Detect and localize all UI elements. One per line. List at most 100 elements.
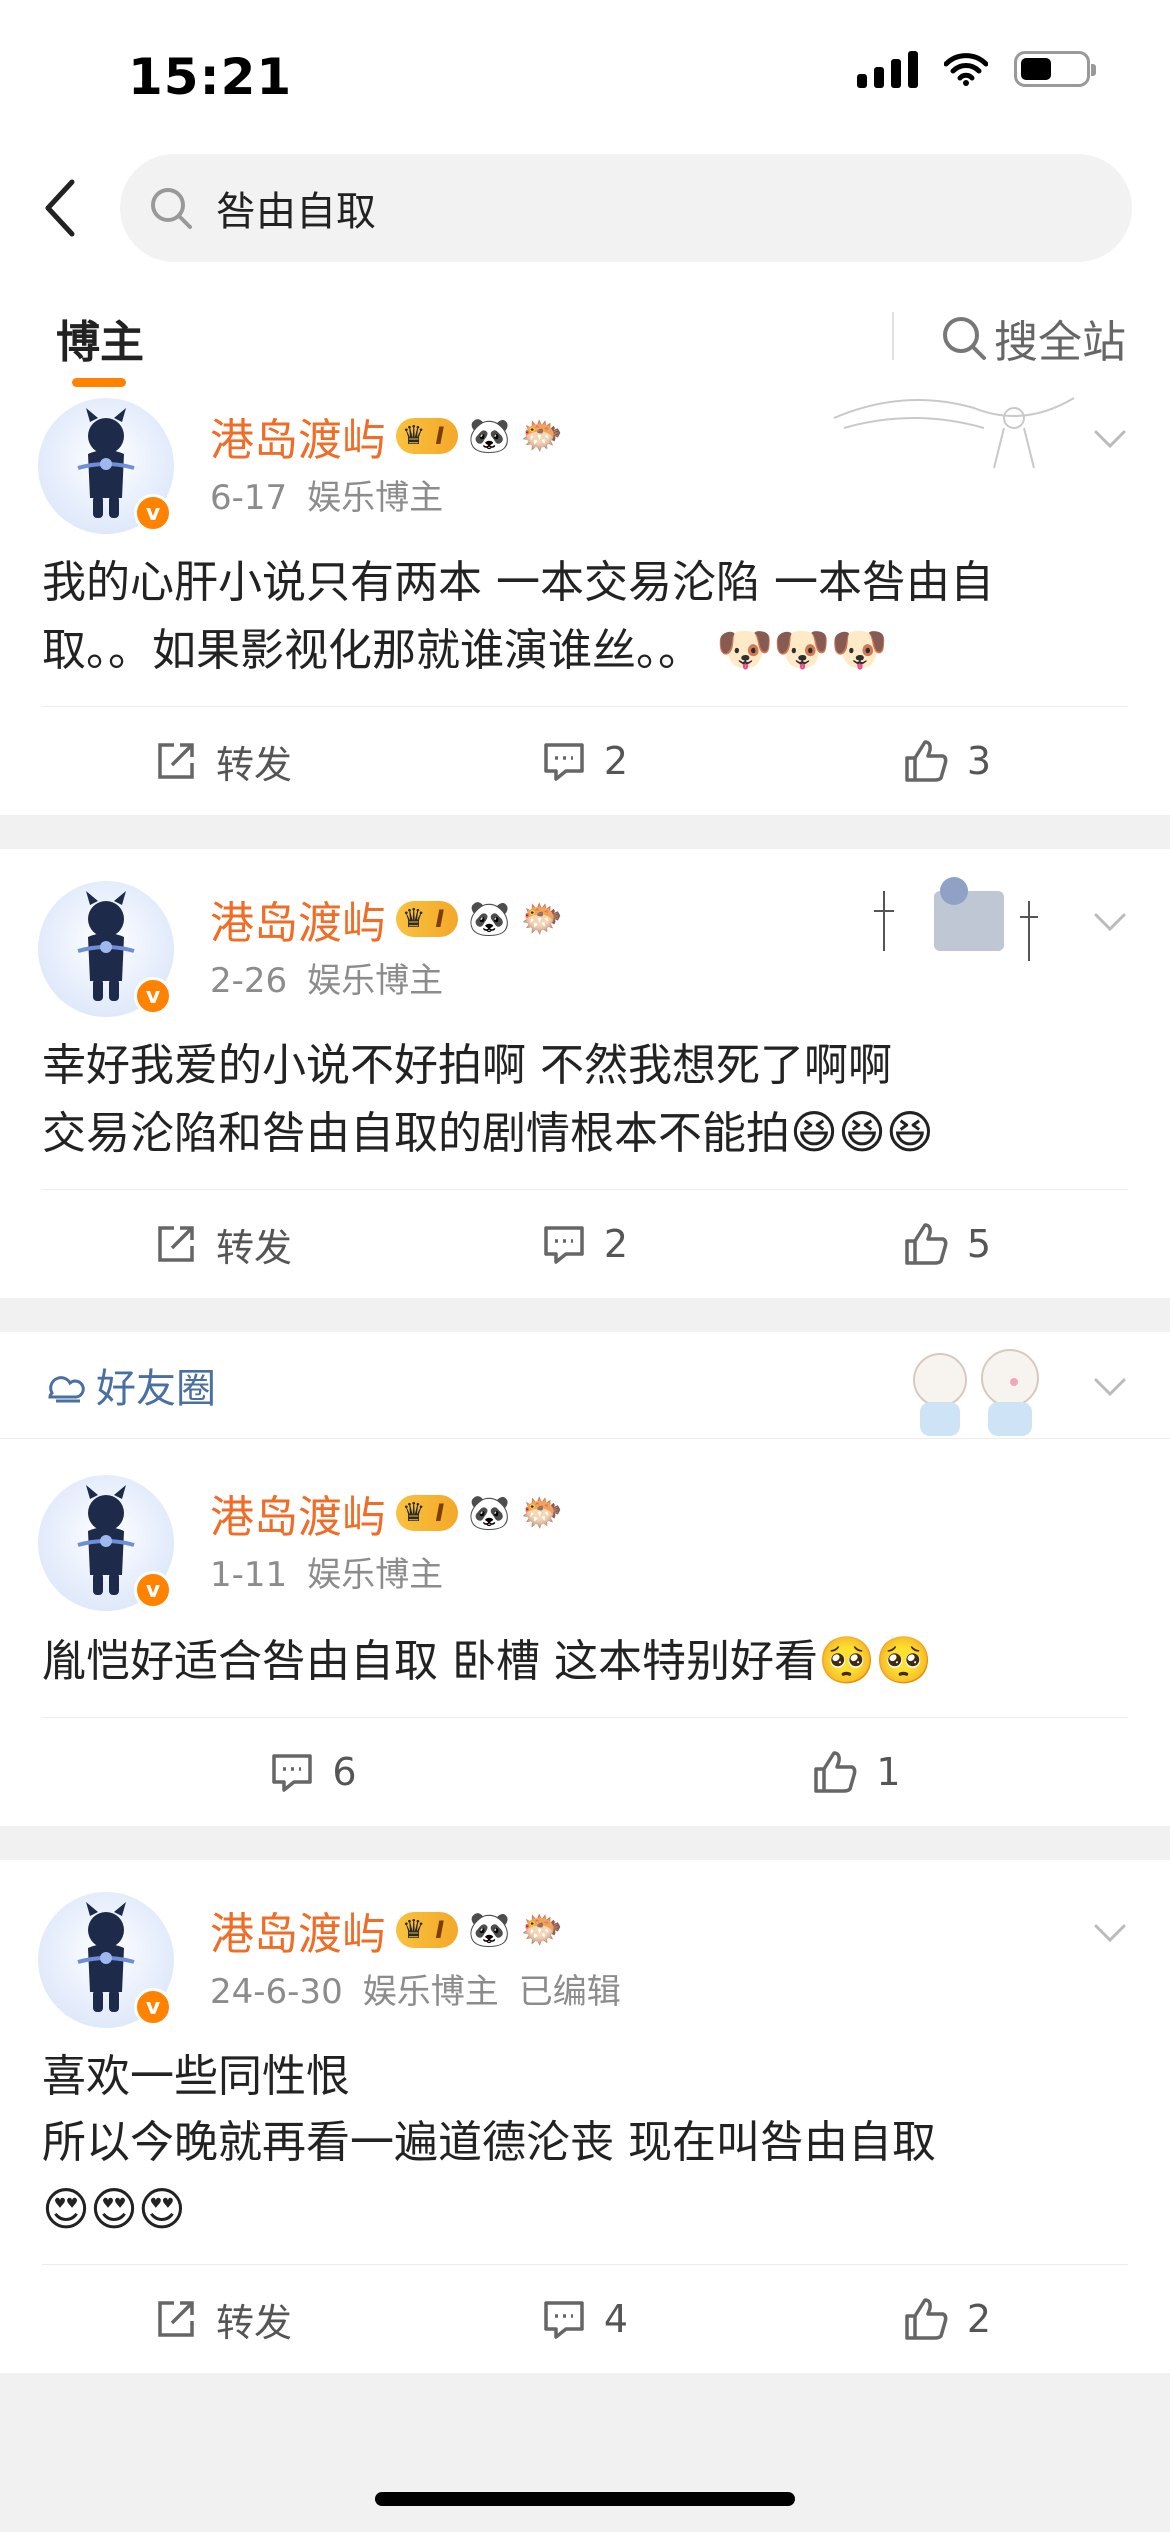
- post-text-line: 幸好我爱的小说不好拍啊 不然我想死了啊啊: [42, 1040, 892, 1091]
- share-icon: [158, 1226, 194, 1262]
- post-text-line: 喜欢一些同性恨: [42, 2051, 350, 2102]
- tab-indicator: [72, 378, 126, 387]
- chevron-left-icon: [45, 179, 75, 237]
- crown-icon: ♛: [402, 421, 426, 451]
- level-label: I: [435, 422, 445, 450]
- panda-badge-icon[interactable]: 🐼: [468, 899, 510, 939]
- like-button[interactable]: 2: [766, 2296, 1128, 2342]
- thumbs-up-icon: [905, 2298, 948, 2340]
- post-date: 6-17: [210, 478, 288, 518]
- like-count: 2: [966, 2297, 992, 2341]
- friends-circle-header: 好友圈: [0, 1332, 1170, 1439]
- like-button[interactable]: 5: [766, 1221, 1128, 1267]
- post-feed: v 港岛渡屿 ♛ I 🐼 🐡 6-17 娱乐博主 我的心肝小说只有两本 一本交易沦陷…: [0, 397, 1170, 2373]
- avatar[interactable]: v: [38, 881, 174, 1017]
- like-button[interactable]: 1: [585, 1749, 1128, 1795]
- comment-button[interactable]: 2: [404, 1222, 766, 1266]
- like-count: 5: [966, 1222, 992, 1266]
- panda-badge-icon[interactable]: 🐼: [468, 416, 510, 456]
- crown-icon: ♛: [402, 1498, 426, 1528]
- pleading-emoji-icons: 🥺🥺: [817, 1633, 933, 1687]
- chevron-down-icon[interactable]: [1090, 1366, 1130, 1406]
- back-button[interactable]: [30, 168, 90, 248]
- search-icon: [943, 317, 986, 360]
- verified-badge: v: [134, 1988, 172, 2026]
- username[interactable]: 港岛渡屿: [210, 1481, 386, 1545]
- post-card[interactable]: v 港岛渡屿 ♛ I 🐼 🐡 24-6-30 娱乐博主 已编辑 喜欢一些同性恨 所以今…: [0, 1860, 1170, 2373]
- status-time: 15:21: [128, 48, 293, 106]
- post-card[interactable]: v 港岛渡屿 ♛ I 🐼 🐡 2-26 娱乐博主 幸好我爱的小说不好拍啊 不然我想死…: [0, 849, 1170, 1298]
- post-card[interactable]: 好友圈 v 港岛渡屿 ♛ I 🐼 🐡 1-11 娱乐博主 胤恺好适合咎由自取 卧槽 …: [0, 1332, 1170, 1826]
- chevron-down-icon[interactable]: [1090, 901, 1130, 941]
- site-search-button[interactable]: 搜全站: [940, 306, 1126, 370]
- post-text-line: 所以今晚就再看一遍道德沦丧 现在叫咎由自取: [42, 2117, 936, 2168]
- repost-button[interactable]: 转发: [42, 734, 404, 789]
- chevron-down-icon[interactable]: [1090, 1912, 1130, 1952]
- search-header: 咎由自取: [0, 150, 1170, 270]
- share-icon: [158, 743, 194, 779]
- avatar[interactable]: v: [38, 1475, 174, 1611]
- status-bar: 15:21: [0, 0, 1170, 150]
- member-level-badge[interactable]: ♛ I: [396, 1495, 459, 1531]
- level-label: I: [435, 905, 445, 933]
- dog-emoji-icons: 🐶🐶🐶: [716, 622, 888, 676]
- fish-badge-icon[interactable]: 🐡: [521, 899, 563, 939]
- post-text-line: 胤恺好适合咎由自取 卧槽 这本特别好看: [42, 1636, 818, 1687]
- friends-circle-label: 好友圈: [96, 1366, 216, 1412]
- user-tag: 娱乐博主: [307, 478, 444, 518]
- heart-eyes-emoji-icons: 😍😍😍: [42, 2182, 186, 2236]
- thumbs-up-icon: [814, 1751, 857, 1793]
- search-icon: [148, 185, 194, 231]
- like-count: 3: [966, 739, 992, 783]
- status-icons: [857, 50, 1096, 88]
- avatar[interactable]: v: [38, 398, 174, 534]
- thumbs-up-icon: [905, 740, 948, 782]
- comment-count: 6: [332, 1750, 357, 1794]
- share-icon: [158, 2301, 194, 2337]
- comment-icon: [544, 743, 584, 781]
- member-level-badge[interactable]: ♛ I: [396, 1912, 459, 1948]
- fish-badge-icon[interactable]: 🐡: [521, 1493, 563, 1533]
- post-text-line: 取。。如果影视化那就谁演谁丝。。: [42, 625, 702, 676]
- username[interactable]: 港岛渡屿: [210, 1898, 386, 1962]
- member-level-badge[interactable]: ♛ I: [396, 418, 459, 454]
- member-level-badge[interactable]: ♛ I: [396, 901, 459, 937]
- edited-label: 已编辑: [518, 1972, 621, 2012]
- comment-icon: [544, 1226, 584, 1264]
- username[interactable]: 港岛渡屿: [210, 887, 386, 951]
- repost-button[interactable]: 转发: [42, 1217, 404, 1272]
- fish-badge-icon[interactable]: 🐡: [521, 416, 563, 456]
- post-card[interactable]: v 港岛渡屿 ♛ I 🐼 🐡 6-17 娱乐博主 我的心肝小说只有两本 一本交易沦陷…: [0, 397, 1170, 815]
- comment-button[interactable]: 4: [404, 2297, 766, 2341]
- user-tag: 娱乐博主: [307, 1555, 444, 1595]
- post-date: 24-6-30: [210, 1972, 343, 2012]
- chevron-down-icon[interactable]: [1090, 418, 1130, 458]
- fish-badge-icon[interactable]: 🐡: [521, 1910, 563, 1950]
- comment-count: 2: [603, 739, 629, 783]
- panda-badge-icon[interactable]: 🐼: [468, 1493, 510, 1533]
- level-label: I: [435, 1499, 445, 1527]
- wifi-icon: [944, 53, 988, 86]
- crown-icon: ♛: [402, 904, 426, 934]
- avatar[interactable]: v: [38, 1892, 174, 2028]
- cartoon-decoration-icon: [913, 1349, 1039, 1436]
- comment-button[interactable]: 6: [42, 1750, 585, 1794]
- like-count: 1: [876, 1750, 901, 1794]
- cellular-signal-icon: [857, 50, 918, 88]
- friends-circle-icon: [48, 1376, 85, 1403]
- post-date: 2-26: [210, 961, 288, 1001]
- home-indicator[interactable]: [375, 2492, 795, 2506]
- panda-badge-icon[interactable]: 🐼: [468, 1910, 510, 1950]
- comment-count: 2: [603, 1222, 629, 1266]
- repost-label: 转发: [215, 742, 292, 787]
- battery-icon: [1014, 51, 1096, 87]
- comment-button[interactable]: 2: [404, 739, 766, 783]
- username[interactable]: 港岛渡屿: [210, 404, 386, 468]
- comment-icon: [544, 2301, 584, 2339]
- like-button[interactable]: 3: [766, 738, 1128, 784]
- search-input[interactable]: 咎由自取: [120, 154, 1132, 262]
- tab-bar: 博主 搜全站: [0, 270, 1170, 399]
- tab-blogger[interactable]: 博主: [56, 306, 144, 370]
- card-decoration-icon: [833, 397, 1075, 469]
- repost-button[interactable]: 转发: [42, 2292, 404, 2347]
